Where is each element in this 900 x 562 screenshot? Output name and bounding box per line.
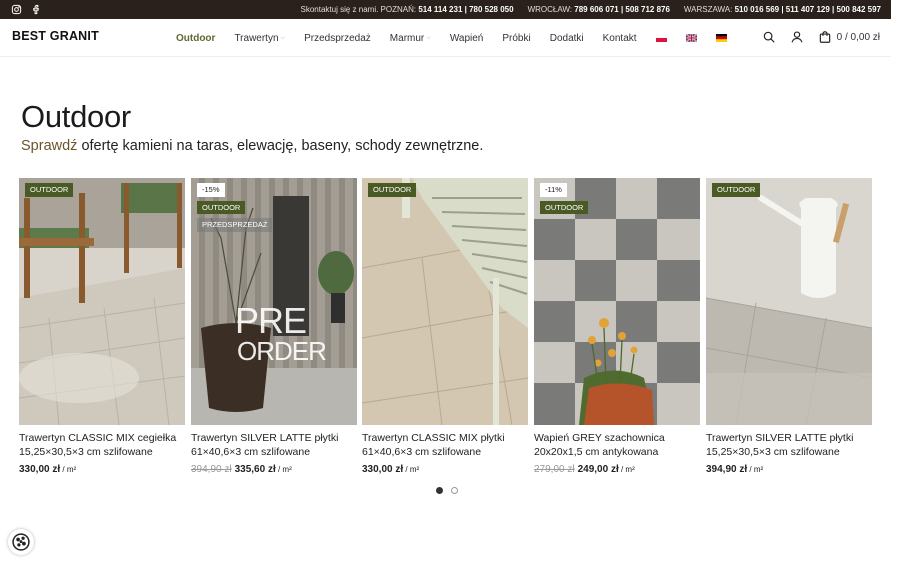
product-image[interactable]: OUTDOOR [706, 178, 872, 425]
subtitle-accent: Sprawdź [21, 138, 78, 154]
product-price: 394,90 zł 335,60 zł / m² [191, 464, 292, 475]
cart-button[interactable]: 0 / 0,00 zł [818, 30, 880, 44]
instagram-icon[interactable] [11, 4, 22, 15]
product-card[interactable]: PRE ORDER -15% OUTDOOR PRZEDSPRZEDAŻ Tra… [191, 178, 357, 475]
nav-item-outdoor[interactable]: Outdoor [176, 33, 215, 44]
outdoor-badge: OUTDOOR [197, 200, 246, 214]
product-name[interactable]: Trawertyn CLASSIC MIX płytki 61×40,6×3 c… [362, 431, 528, 459]
discount-badge: -11% [540, 183, 567, 197]
chevron-down-icon: ⌵ [426, 34, 431, 41]
presale-badge: PRZEDSPRZEDAŻ [197, 218, 273, 232]
discount-badge: -15% [197, 183, 225, 197]
product-carousel: OUTDOOR Trawertyn CLASSIC MIX cegiełka 1… [19, 178, 872, 478]
en-flag-icon[interactable] [685, 34, 697, 42]
top-bar: Skontaktuj się z nami. POZNAŃ: 514 114 2… [0, 0, 891, 19]
subtitle-text: ofertę kamieni na taras, elewację, basen… [77, 138, 484, 154]
carousel-dot[interactable] [451, 487, 458, 494]
contact-city: WARSZAWA: [683, 5, 733, 14]
header-actions: 0 / 0,00 zł [762, 30, 880, 44]
page-subtitle: Sprawdź ofertę kamieni na taras, elewacj… [21, 138, 483, 154]
product-name[interactable]: Trawertyn SILVER LATTE płytki 61×40,6×3 … [191, 431, 357, 459]
contact-city: POZNAŃ: [380, 5, 417, 14]
nav-item-przedsprzedaz[interactable]: Przedsprzedaż [304, 33, 371, 44]
nav-item-marmur[interactable]: Marmur ⌵ [390, 33, 431, 44]
contact-phones[interactable]: 514 114 231 | 780 528 050 [418, 5, 513, 14]
nav-item-kontakt[interactable]: Kontakt [603, 33, 637, 44]
chevron-down-icon: ⌵ [280, 34, 286, 41]
outdoor-badge: OUTDOOR [540, 200, 589, 214]
cookie-settings-button[interactable] [8, 529, 34, 555]
contact-phones[interactable]: 789 606 071 | 508 712 876 [574, 5, 670, 14]
contact-intro: Skontaktuj się z nami. [300, 5, 379, 14]
page-title: Outdoor [21, 99, 131, 134]
contact-info: Skontaktuj się z nami. POZNAŃ: 514 114 2… [301, 5, 892, 14]
cart-icon [819, 31, 830, 43]
nav-item-wapien[interactable]: Wapień [450, 33, 484, 44]
de-flag-icon[interactable] [715, 34, 727, 42]
preorder-overlay: PRE ORDER [235, 300, 327, 367]
outdoor-badge: OUTDOOR [712, 183, 761, 197]
outdoor-badge: OUTDOOR [25, 183, 74, 197]
product-image[interactable]: OUTDOOR [19, 178, 185, 425]
carousel-pagination [436, 487, 458, 494]
product-image[interactable]: PRE ORDER -15% OUTDOOR PRZEDSPRZEDAŻ [191, 178, 357, 425]
contact-city: WROCŁAW: [527, 5, 573, 14]
outdoor-badge: OUTDOOR [368, 183, 417, 197]
main-nav: Outdoor Trawertyn ⌵ Przedsprzedaż Marmur ⌵… [176, 19, 746, 57]
nav-item-dodatki[interactable]: Dodatki [550, 33, 584, 44]
product-card[interactable]: OUTDOOR Trawertyn CLASSIC MIX cegiełka 1… [19, 178, 185, 475]
product-card[interactable]: OUTDOOR Trawertyn CLASSIC MIX płytki 61×… [362, 178, 528, 475]
search-icon[interactable] [762, 30, 776, 44]
product-name[interactable]: Wapień GREY szachownica 20x20x1,5 cm ant… [534, 431, 700, 459]
facebook-icon[interactable] [31, 4, 42, 15]
product-card[interactable]: -11% OUTDOOR Wapień GREY szachownica 20x… [534, 178, 700, 475]
contact-phones[interactable]: 510 016 569 | 511 407 129 | 500 842 597 [735, 5, 881, 14]
product-image[interactable]: OUTDOOR [362, 178, 528, 425]
site-logo[interactable]: BEST GRANIT [12, 29, 99, 43]
nav-item-probki[interactable]: Próbki [502, 33, 530, 44]
product-name[interactable]: Trawertyn CLASSIC MIX cegiełka 15,25×30,… [19, 431, 185, 459]
social-links [0, 4, 42, 15]
cookie-icon [12, 533, 30, 551]
user-icon[interactable] [790, 30, 804, 44]
product-card[interactable]: OUTDOOR Trawertyn SILVER LATTE płytki 15… [706, 178, 872, 475]
product-price: 330,00 zł / m² [362, 464, 420, 475]
nav-item-trawertyn[interactable]: Trawertyn ⌵ [234, 33, 285, 44]
carousel-dot-active[interactable] [436, 487, 443, 494]
pl-flag-icon[interactable] [655, 34, 667, 42]
cart-total: 0 / 0,00 zł [836, 31, 880, 43]
product-price: 279,00 zł 249,00 zł / m² [534, 464, 635, 475]
product-price: 394,90 zł / m² [706, 464, 764, 475]
site-header: BEST GRANIT Outdoor Trawertyn ⌵ Przedsprz… [0, 19, 891, 57]
product-name[interactable]: Trawertyn SILVER LATTE płytki 15,25×30,5… [706, 431, 872, 459]
product-image[interactable]: -11% OUTDOOR [534, 178, 700, 425]
product-price: 330,00 zł / m² [19, 464, 77, 475]
